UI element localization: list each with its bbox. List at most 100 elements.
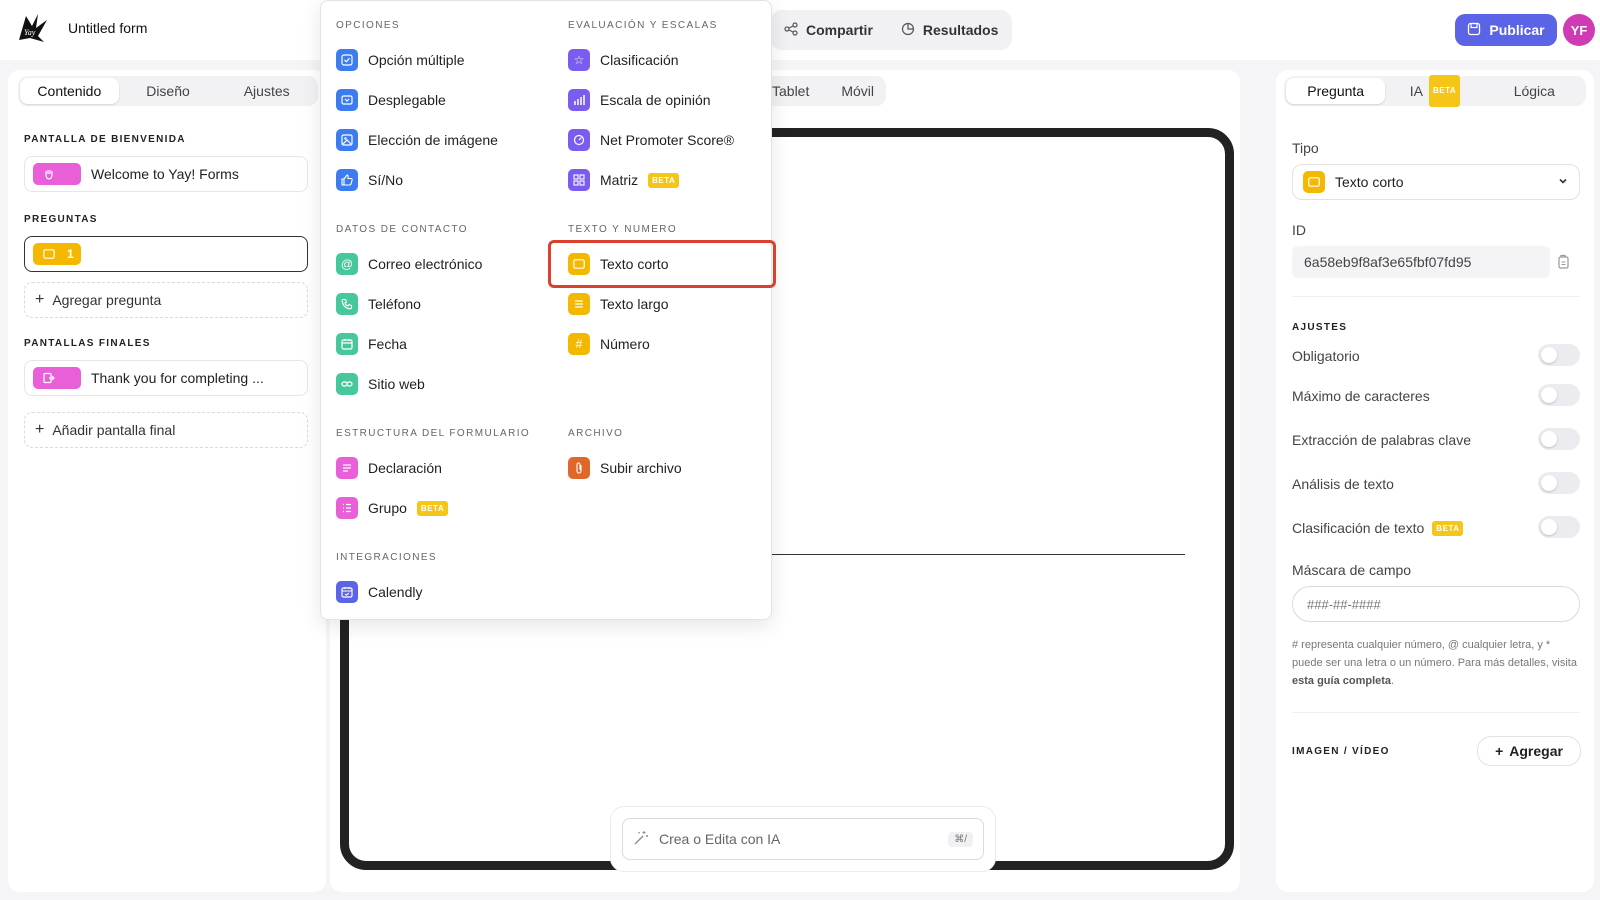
help-end: .	[1391, 675, 1395, 687]
tab-ia[interactable]: IA BETA	[1385, 75, 1484, 107]
add-media-button[interactable]: + Agregar	[1477, 736, 1581, 766]
menu-item-texto-largo[interactable]: Texto largo	[568, 291, 668, 317]
media-section-label: IMAGEN / VÍDEO	[1292, 746, 1390, 757]
tab-diseno[interactable]: Diseño	[119, 78, 218, 104]
mask-input[interactable]	[1292, 586, 1580, 622]
menu-item-desplegable[interactable]: Desplegable	[336, 87, 446, 113]
add-end-screen-button[interactable]: + Añadir pantalla final	[24, 412, 308, 448]
menu-item-fecha[interactable]: Fecha	[336, 331, 407, 357]
welcome-screen-item[interactable]: Welcome to Yay! Forms	[24, 156, 308, 192]
end-screen-item[interactable]: Thank you for completing ...	[24, 360, 308, 396]
share-button[interactable]: Compartir	[784, 21, 873, 39]
left-panel	[8, 70, 326, 892]
menu-item-eleccion-imagenes[interactable]: Elección de imágene	[336, 127, 498, 153]
calendly-icon	[336, 581, 358, 603]
group-icon	[336, 497, 358, 519]
star-icon: ☆	[568, 49, 590, 71]
section-archivo: ARCHIVO	[568, 428, 624, 439]
copy-icon[interactable]	[1556, 254, 1570, 275]
menu-item-label: Fecha	[368, 336, 407, 352]
user-avatar[interactable]: YF	[1563, 14, 1595, 46]
menu-item-calendly[interactable]: Calendly	[336, 579, 422, 605]
menu-item-label: Sitio web	[368, 376, 425, 392]
menu-item-label: Elección de imágene	[368, 132, 498, 148]
tab-ajustes[interactable]: Ajustes	[217, 78, 316, 104]
menu-item-label: Grupo	[368, 500, 407, 516]
settings-section-label: AJUSTES	[1292, 322, 1348, 333]
hash-icon: #	[568, 333, 590, 355]
gauge-icon	[568, 129, 590, 151]
menu-item-nps[interactable]: Net Promoter Score®	[568, 127, 734, 153]
questions-section-label: PREGUNTAS	[24, 214, 98, 225]
setting-label: Clasificación de texto	[1292, 520, 1425, 536]
menu-item-grupo[interactable]: Grupo BETA	[336, 495, 449, 521]
help-link[interactable]: esta guía completa	[1292, 675, 1391, 687]
chevron-down-icon	[1557, 174, 1569, 190]
toggle-obligatorio[interactable]	[1538, 344, 1580, 366]
section-estructura: ESTRUCTURA DEL FORMULARIO	[336, 428, 531, 439]
form-title[interactable]: Untitled form	[68, 20, 147, 36]
tab-logica[interactable]: Lógica	[1485, 78, 1584, 104]
right-tabs: Pregunta IA BETA Lógica	[1284, 75, 1586, 107]
menu-item-subir-archivo[interactable]: Subir archivo	[568, 455, 682, 481]
mask-help-text: # representa cualquier número, @ cualqui…	[1292, 636, 1582, 690]
menu-item-declaracion[interactable]: Declaración	[336, 455, 442, 481]
type-value: Texto corto	[1335, 174, 1404, 190]
toggle-analisis-texto[interactable]	[1538, 472, 1580, 494]
beta-badge: BETA	[648, 172, 680, 188]
menu-item-clasificacion[interactable]: ☆ Clasificación	[568, 47, 679, 73]
ai-input[interactable]: Crea o Edita con IA ⌘/	[622, 818, 984, 860]
yay-logo[interactable]: Yay	[16, 12, 50, 46]
welcome-section-label: PANTALLA DE BIENVENIDA	[24, 134, 186, 145]
menu-item-escala-opinion[interactable]: Escala de opinión	[568, 87, 711, 113]
link-icon	[336, 373, 358, 395]
tab-tablet[interactable]: Tablet	[772, 83, 809, 99]
toggle-clasificacion-texto[interactable]	[1538, 516, 1580, 538]
menu-item-matriz[interactable]: Matriz BETA	[568, 167, 680, 193]
tab-pregunta[interactable]: Pregunta	[1286, 78, 1386, 104]
menu-item-numero[interactable]: # Número	[568, 331, 650, 357]
checkbox-icon	[336, 49, 358, 71]
results-button[interactable]: Resultados	[901, 22, 998, 39]
short-text-icon: 1	[33, 243, 81, 265]
menu-item-label: Escala de opinión	[600, 92, 711, 108]
menu-item-label: Matriz	[600, 172, 639, 188]
paperclip-icon	[568, 457, 590, 479]
tab-movil[interactable]: Móvil	[841, 83, 874, 99]
id-label: ID	[1292, 222, 1306, 238]
ai-placeholder: Crea o Edita con IA	[659, 831, 781, 847]
grid-icon	[568, 169, 590, 191]
id-field: 6a58eb9f8af3e65fbf07fd95	[1292, 246, 1550, 278]
end-item-label: Thank you for completing ...	[91, 370, 264, 386]
add-media-label: Agregar	[1509, 743, 1563, 759]
publish-label: Publicar	[1489, 22, 1545, 38]
plus-icon: +	[35, 291, 45, 308]
menu-item-label: Texto largo	[600, 296, 669, 312]
menu-item-si-no[interactable]: Sí/No	[336, 167, 403, 193]
setting-obligatorio: Obligatorio	[1292, 348, 1360, 364]
tab-contenido[interactable]: Contenido	[20, 78, 119, 104]
magic-wand-icon	[633, 830, 649, 849]
toggle-extraccion-palabras[interactable]	[1538, 428, 1580, 450]
results-label: Resultados	[922, 22, 999, 38]
image-choice-icon	[336, 129, 358, 151]
add-question-button[interactable]: + Agregar pregunta	[24, 282, 308, 318]
menu-item-label: Declaración	[368, 460, 442, 476]
menu-item-sitio-web[interactable]: Sitio web	[336, 371, 425, 397]
phone-icon	[336, 293, 358, 315]
divider	[1292, 712, 1580, 713]
save-icon	[1467, 22, 1481, 39]
dropdown-icon	[336, 89, 358, 111]
setting-analisis-texto: Análisis de texto	[1292, 476, 1394, 492]
beta-badge: BETA	[1429, 75, 1461, 107]
menu-item-correo[interactable]: @ Correo electrónico	[336, 251, 482, 277]
share-icon	[784, 21, 798, 39]
menu-item-opcion-multiple[interactable]: Opción múltiple	[336, 47, 465, 73]
toggle-maximo-caracteres[interactable]	[1538, 384, 1580, 406]
menu-item-telefono[interactable]: Teléfono	[336, 291, 421, 317]
left-tabs: Contenido Diseño Ajustes	[18, 76, 318, 106]
type-select[interactable]: Texto corto	[1292, 164, 1580, 200]
question-item-selected[interactable]: 1	[24, 236, 308, 272]
publish-button[interactable]: Publicar	[1455, 14, 1557, 46]
help-text: # representa cualquier número, @ cualqui…	[1292, 639, 1577, 669]
